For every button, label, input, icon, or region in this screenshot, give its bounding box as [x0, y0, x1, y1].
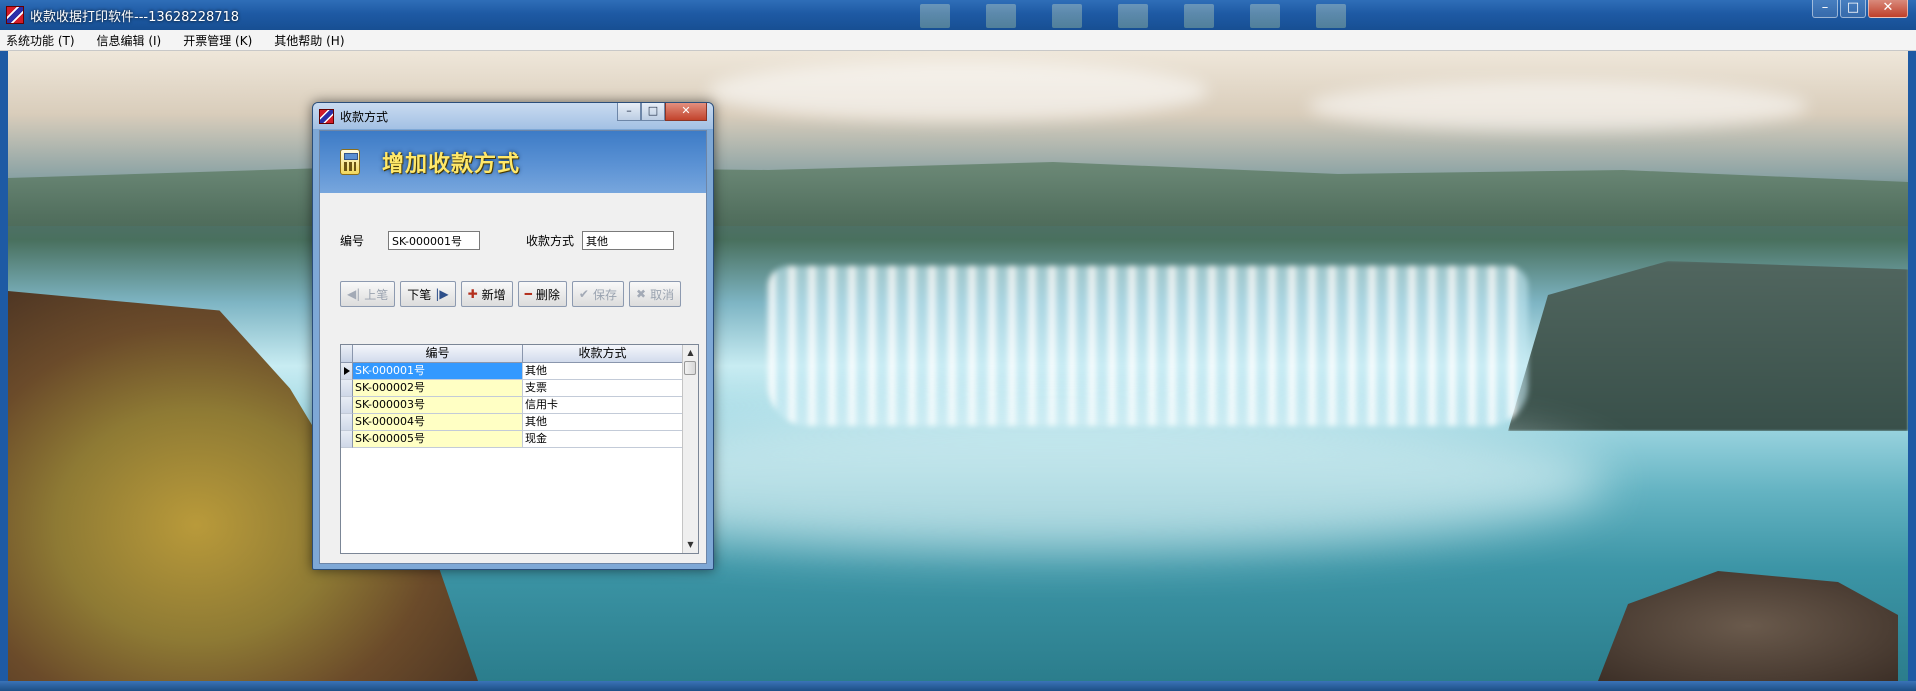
cell-code[interactable]: SK-000002号 — [353, 380, 523, 397]
distant-hills — [8, 162, 1908, 226]
next-arrow-icon: |▶ — [435, 287, 449, 301]
table-row[interactable]: SK-000003号 信用卡 — [341, 397, 683, 414]
grid-header: 编号 收款方式 — [341, 345, 683, 363]
main-titlebar: 收款收据打印软件---13628228718 – □ ✕ — [0, 0, 1916, 30]
ghost-icon — [1184, 4, 1214, 28]
prev-arrow-icon: ◀| — [347, 287, 361, 301]
maximize-button[interactable]: □ — [1840, 0, 1866, 18]
table-row[interactable]: SK-000004号 其他 — [341, 414, 683, 431]
dialog-minimize-button[interactable]: – — [617, 103, 641, 121]
method-field[interactable] — [582, 231, 675, 250]
minus-icon: ━ — [524, 287, 532, 301]
dialog-maximize-button[interactable]: □ — [641, 103, 665, 121]
menu-info-edit[interactable]: 信息编辑 (I) — [97, 32, 162, 49]
waterfall — [768, 266, 1528, 426]
cell-method[interactable]: 其他 — [523, 414, 683, 431]
dialog-banner: 增加收款方式 — [320, 131, 706, 193]
taskbar-strip — [0, 681, 1916, 691]
main-window-controls: – □ ✕ — [1812, 0, 1908, 18]
rock-right — [1598, 571, 1898, 681]
dialog-body: 增加收款方式 编号 收款方式 ◀| 上笔 下笔 |▶ ✚ 新增 — [319, 130, 707, 564]
ghost-icon — [1052, 4, 1082, 28]
row-indicator[interactable] — [341, 363, 353, 380]
titlebar-background-icons — [920, 4, 1346, 28]
cell-code[interactable]: SK-000003号 — [353, 397, 523, 414]
desktop-wallpaper — [8, 51, 1908, 681]
cell-code[interactable]: SK-000004号 — [353, 414, 523, 431]
cell-code[interactable]: SK-000001号 — [353, 363, 523, 380]
table-row[interactable]: SK-000002号 支票 — [341, 380, 683, 397]
banner-title: 增加收款方式 — [382, 152, 521, 177]
cell-method[interactable]: 现金 — [523, 431, 683, 448]
ghost-icon — [920, 4, 950, 28]
window-right-border — [1908, 51, 1916, 681]
ghost-icon — [1250, 4, 1280, 28]
x-icon: ✖ — [636, 287, 647, 301]
add-button[interactable]: ✚ 新增 — [460, 281, 513, 307]
prev-record-button[interactable]: ◀| 上笔 — [340, 281, 396, 307]
cell-code[interactable]: SK-000005号 — [353, 431, 523, 448]
dialog-close-button[interactable]: ✕ — [665, 103, 707, 121]
prev-record-label: 上笔 — [364, 287, 389, 302]
menu-bar: 系统功能 (T) 信息编辑 (I) 开票管理 (K) 其他帮助 (H) — [0, 30, 1916, 51]
payment-method-dialog: 收款方式 – □ ✕ 增加收款方式 编号 收款方式 ◀| 上笔 下笔 — [312, 102, 714, 570]
column-header-method[interactable]: 收款方式 — [523, 345, 683, 363]
grid-vertical-scrollbar[interactable]: ▲ ▼ — [682, 345, 698, 553]
grid-rows: SK-000001号 其他 SK-000002号 支票 SK-000003号 信用卡 SK-… — [341, 363, 683, 448]
row-indicator[interactable] — [341, 431, 353, 448]
dialog-app-icon — [319, 108, 334, 124]
payment-method-grid: 编号 收款方式 SK-000001号 其他 SK-000002号 支票 SK-00000… — [340, 344, 699, 554]
minimize-button[interactable]: – — [1812, 0, 1838, 18]
table-row[interactable]: SK-000001号 其他 — [341, 363, 683, 380]
app-icon — [6, 6, 24, 24]
next-record-button[interactable]: 下笔 |▶ — [400, 281, 456, 307]
grid-corner — [341, 345, 353, 363]
window-left-border — [0, 51, 8, 681]
row-indicator[interactable] — [341, 414, 353, 431]
scroll-thumb[interactable] — [684, 361, 696, 375]
ghost-icon — [986, 4, 1016, 28]
dialog-titlebar[interactable]: 收款方式 – □ ✕ — [313, 103, 713, 129]
scroll-down-arrow-icon[interactable]: ▼ — [683, 537, 698, 553]
table-row[interactable]: SK-000005号 现金 — [341, 431, 683, 448]
code-label: 编号 — [340, 234, 365, 248]
column-header-code[interactable]: 编号 — [353, 345, 523, 363]
cancel-button[interactable]: ✖ 取消 — [629, 281, 682, 307]
menu-invoice[interactable]: 开票管理 (K) — [183, 32, 252, 49]
cliff-right — [1508, 261, 1908, 431]
plus-icon: ✚ — [467, 287, 478, 301]
menu-system[interactable]: 系统功能 (T) — [6, 32, 75, 49]
check-icon: ✔ — [578, 287, 589, 301]
close-button[interactable]: ✕ — [1868, 0, 1908, 18]
cancel-label: 取消 — [650, 287, 675, 302]
delete-label: 删除 — [535, 287, 560, 302]
code-row: 编号 — [340, 231, 481, 250]
save-button[interactable]: ✔ 保存 — [571, 281, 624, 307]
calculator-icon — [340, 149, 360, 175]
cloud — [708, 61, 1208, 121]
cell-method[interactable]: 支票 — [523, 380, 683, 397]
cell-method[interactable]: 其他 — [523, 363, 683, 380]
dialog-title: 收款方式 — [340, 109, 389, 124]
next-record-label: 下笔 — [407, 287, 432, 302]
add-label: 新增 — [481, 287, 506, 302]
dialog-controls: – □ ✕ — [617, 103, 707, 121]
method-row: 收款方式 — [526, 231, 675, 250]
save-label: 保存 — [592, 287, 617, 302]
record-toolbar: ◀| 上笔 下笔 |▶ ✚ 新增 ━ 删除 ✔ 保存 ✖ 取消 — [340, 281, 682, 307]
delete-button[interactable]: ━ 删除 — [517, 281, 567, 307]
code-field[interactable] — [388, 231, 481, 250]
row-indicator[interactable] — [341, 380, 353, 397]
menu-help[interactable]: 其他帮助 (H) — [274, 32, 344, 49]
method-label: 收款方式 — [526, 234, 575, 248]
cloud — [1308, 81, 1808, 131]
row-indicator[interactable] — [341, 397, 353, 414]
cell-method[interactable]: 信用卡 — [523, 397, 683, 414]
scroll-up-arrow-icon[interactable]: ▲ — [683, 345, 698, 361]
ghost-icon — [1118, 4, 1148, 28]
ghost-icon — [1316, 4, 1346, 28]
main-window-title: 收款收据打印软件---13628228718 — [30, 9, 240, 25]
